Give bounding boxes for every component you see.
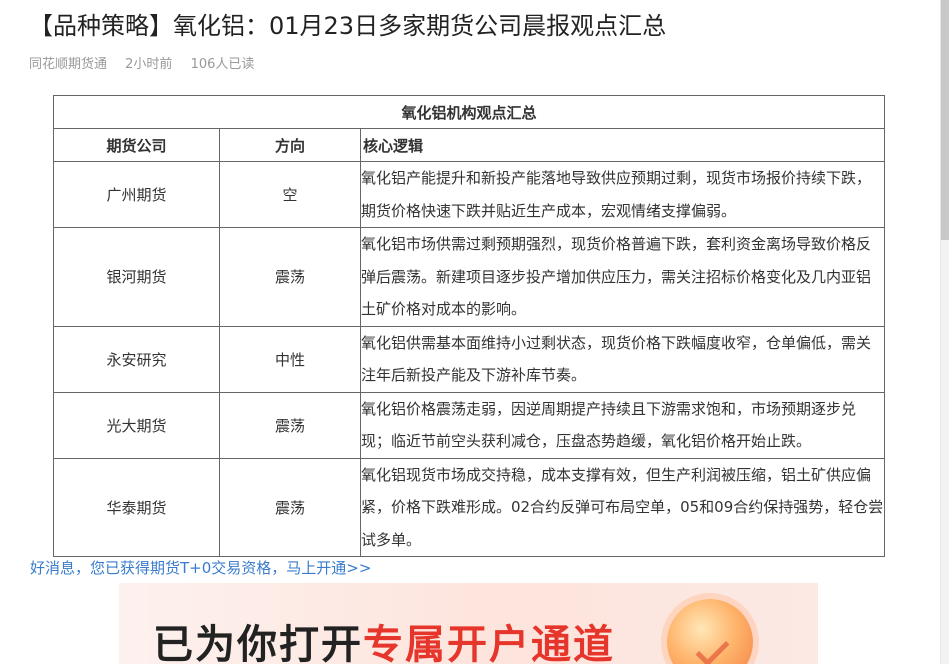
article-reads: 106人已读 — [190, 57, 255, 72]
check-badge-icon — [667, 599, 753, 664]
logic-cell: 氧化铝产能提升和新投产能落地导致供应预期过剩，现货市场报价持续下跌，期货价格快速… — [359, 161, 886, 228]
direction-cell: 中性 — [219, 325, 361, 393]
column-header-logic: 核心逻辑 — [359, 128, 886, 162]
company-cell: 银河期货 — [53, 227, 220, 327]
table-row: 光大期货 震荡 氧化铝价格震荡走弱，因逆周期提产持续且下游需求饱和，市场预期逐步… — [53, 391, 886, 459]
banner-text-dark: 已为你打开 — [153, 622, 363, 664]
table-row: 华泰期货 震荡 氧化铝现货市场成交持稳，成本支撑有效，但生产利润被压缩，铝土矿供… — [53, 457, 886, 557]
company-cell: 光大期货 — [53, 391, 220, 459]
article-source[interactable]: 同花顺期货通 — [29, 57, 107, 72]
table-row: 广州期货 空 氧化铝产能提升和新投产能落地导致供应预期过剩，现货市场报价持续下跌… — [53, 161, 886, 228]
article-meta: 同花顺期货通 2小时前 106人已读 — [29, 56, 268, 74]
checkmark-icon — [695, 632, 730, 664]
table-header-row: 期货公司 方向 核心逻辑 — [53, 128, 886, 162]
vertical-scrollbar[interactable] — [940, 0, 949, 664]
direction-cell: 震荡 — [219, 457, 361, 557]
promo-link[interactable]: 好消息，您已获得期货T+0交易资格，马上开通>> — [30, 558, 371, 578]
account-open-banner[interactable]: 已为你打开专属开户通道 — [119, 583, 818, 664]
table-row: 永安研究 中性 氧化铝供需基本面维持小过剩状态，现货价格下跌幅度收窄，仓单偏低，… — [53, 325, 886, 393]
logic-cell: 氧化铝供需基本面维持小过剩状态，现货价格下跌幅度收窄，仓单偏低，需关注年后新投产… — [359, 325, 886, 393]
company-cell: 华泰期货 — [53, 457, 220, 557]
logic-cell: 氧化铝市场供需过剩预期强烈，现货价格普遍下跌，套利资金离场导致价格反弹后震荡。新… — [359, 227, 886, 327]
logic-cell: 氧化铝现货市场成交持稳，成本支撑有效，但生产利润被压缩，铝土矿供应偏紧，价格下跌… — [359, 457, 886, 557]
column-header-company: 期货公司 — [53, 128, 220, 162]
banner-headline: 已为你打开专属开户通道 — [153, 621, 615, 664]
company-cell: 广州期货 — [53, 161, 220, 228]
column-header-direction: 方向 — [219, 128, 361, 162]
article-title: 【品种策略】氧化铝：01月23日多家期货公司晨报观点汇总 — [29, 12, 667, 40]
direction-cell: 震荡 — [219, 391, 361, 459]
scrollbar-thumb[interactable] — [941, 0, 949, 240]
viewpoints-table: 氧化铝机构观点汇总 期货公司 方向 核心逻辑 广州期货 空 氧化铝产能提升和新投… — [52, 95, 886, 557]
company-cell: 永安研究 — [53, 325, 220, 393]
table-row: 银河期货 震荡 氧化铝市场供需过剩预期强烈，现货价格普遍下跌，套利资金离场导致价… — [53, 227, 886, 327]
banner-text-red: 专属开户通道 — [363, 622, 615, 664]
article-time: 2小时前 — [125, 57, 173, 72]
table-title: 氧化铝机构观点汇总 — [52, 95, 886, 129]
direction-cell: 空 — [219, 161, 361, 228]
direction-cell: 震荡 — [219, 227, 361, 327]
logic-cell: 氧化铝价格震荡走弱，因逆周期提产持续且下游需求饱和，市场预期逐步兑现；临近节前空… — [359, 391, 886, 459]
